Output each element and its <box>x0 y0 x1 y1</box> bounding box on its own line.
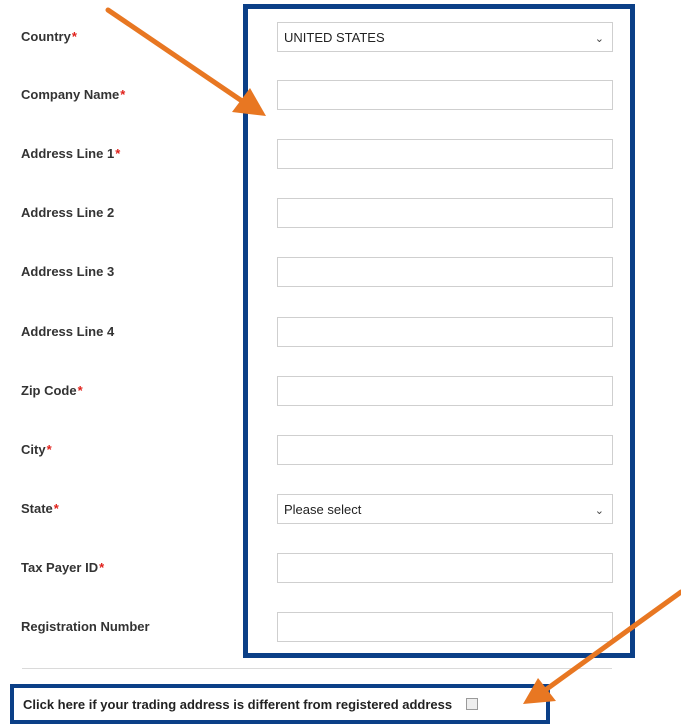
annotation-arrows <box>105 7 681 704</box>
arrow-to-inputs <box>105 7 266 116</box>
arrow-to-checkbox <box>523 589 681 704</box>
